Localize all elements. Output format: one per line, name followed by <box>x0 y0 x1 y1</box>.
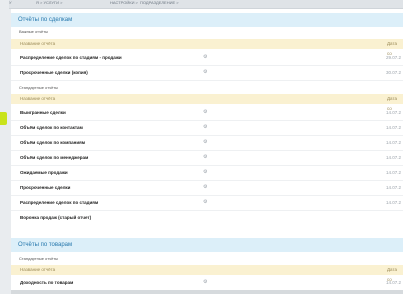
settings-icon[interactable]: ⚙ <box>203 135 207 150</box>
settings-icon[interactable]: ⚙ <box>203 165 207 180</box>
report-link[interactable]: Доходность по товарам <box>20 275 73 290</box>
report-date: 14.07.2 <box>386 155 402 160</box>
group-label-important: Важные отчёты <box>19 29 48 34</box>
report-row[interactable]: Выигранные сделки ⚙ 14.07.2 <box>11 105 403 121</box>
settings-icon[interactable]: ⚙ <box>203 105 207 120</box>
top-menu-item[interactable]: Я > УСЛУГИ > <box>36 0 62 5</box>
report-row[interactable]: Объём сделок по менеджерам ⚙ 14.07.2 <box>11 150 403 166</box>
report-link[interactable]: Объём сделок по контактам <box>20 120 83 135</box>
top-menu-item[interactable]: ПОДРАЗДЕЛЕНИЕ > <box>140 0 179 5</box>
report-row[interactable]: Объём сделок по контактам ⚙ 14.07.2 <box>11 120 403 136</box>
column-header-name[interactable]: Название отчёта <box>20 265 55 275</box>
left-sidebar <box>0 0 9 294</box>
settings-icon[interactable]: ⚙ <box>203 195 207 210</box>
table-header: Название отчёта Дата со <box>11 94 403 111</box>
report-date: 14.07.2 <box>386 170 402 175</box>
report-row[interactable]: Ожидаемые продажи ⚙ 14.07.2 <box>11 165 403 181</box>
report-link[interactable]: Воронка продаж (старый отчет) <box>20 210 91 225</box>
settings-icon[interactable]: ⚙ <box>203 150 207 165</box>
report-row[interactable]: Распределение сделок по стадиям ⚙ 14.07.… <box>11 195 403 211</box>
column-header-name[interactable]: Название отчёта <box>20 39 55 49</box>
report-date: 14.07.2 <box>386 110 402 115</box>
section-title-deals: Отчёты по сделкам <box>11 13 403 27</box>
top-menu-bar: ЧКУ Я > УСЛУГИ > НАСТРОЙКИ > ПОДРАЗДЕЛЕН… <box>0 0 403 9</box>
table-header: Название отчёта Дата со <box>11 39 403 56</box>
report-link[interactable]: Просроченные сделки <box>20 180 70 195</box>
group-label-standard: Стандартные отчёты <box>19 256 59 261</box>
report-row[interactable]: Распределение сделок по стадиям - продаж… <box>11 50 403 66</box>
report-link[interactable]: Просроченные сделки (копия) <box>20 65 88 80</box>
report-date: 14.07.2 <box>386 185 402 190</box>
horizontal-scrollbar[interactable] <box>11 290 403 294</box>
report-row[interactable]: Просроченные сделки (копия) ⚙ 30.07.2 <box>11 65 403 81</box>
report-date: 30.07.2 <box>386 70 402 75</box>
section-title-products: Отчёты по товарам <box>11 238 403 252</box>
reports-panel: Отчёты по сделкам Важные отчёты Название… <box>11 9 403 294</box>
settings-icon[interactable]: ⚙ <box>203 50 207 65</box>
top-menu-item[interactable]: НАСТРОЙКИ > <box>110 0 138 5</box>
report-link[interactable]: Распределение сделок по стадиям - продаж… <box>20 50 122 65</box>
report-link[interactable]: Ожидаемые продажи <box>20 165 68 180</box>
group-label-standard: Стандартные отчёты <box>19 85 59 90</box>
settings-icon[interactable]: ⚙ <box>203 120 207 135</box>
settings-icon[interactable]: ⚙ <box>203 65 207 80</box>
column-header-name[interactable]: Название отчёта <box>20 94 55 104</box>
report-link[interactable]: Объём сделок по компаниям <box>20 135 85 150</box>
report-link[interactable]: Объём сделок по менеджерам <box>20 150 88 165</box>
report-link[interactable]: Выигранные сделки <box>20 105 66 120</box>
report-date: 29.07.2 <box>386 55 402 60</box>
report-row[interactable]: Доходность по товарам ⚙ 14.07.2 <box>11 275 403 291</box>
report-row[interactable]: Просроченные сделки ⚙ 14.07.2 <box>11 180 403 196</box>
settings-icon[interactable]: ⚙ <box>203 275 207 290</box>
report-date: 14.07.2 <box>386 125 402 130</box>
report-date: 14.07.2 <box>386 280 402 285</box>
settings-icon[interactable]: ⚙ <box>203 180 207 195</box>
report-row[interactable]: Объём сделок по компаниям ⚙ 14.07.2 <box>11 135 403 151</box>
side-panel-toggle[interactable] <box>0 112 7 125</box>
table-header: Название отчёта Дата со <box>11 265 403 282</box>
report-link[interactable]: Распределение сделок по стадиям <box>20 195 98 210</box>
report-row[interactable]: Воронка продаж (старый отчет) <box>11 210 403 225</box>
report-date: 14.07.2 <box>386 140 402 145</box>
report-date: 14.07.2 <box>386 200 402 205</box>
